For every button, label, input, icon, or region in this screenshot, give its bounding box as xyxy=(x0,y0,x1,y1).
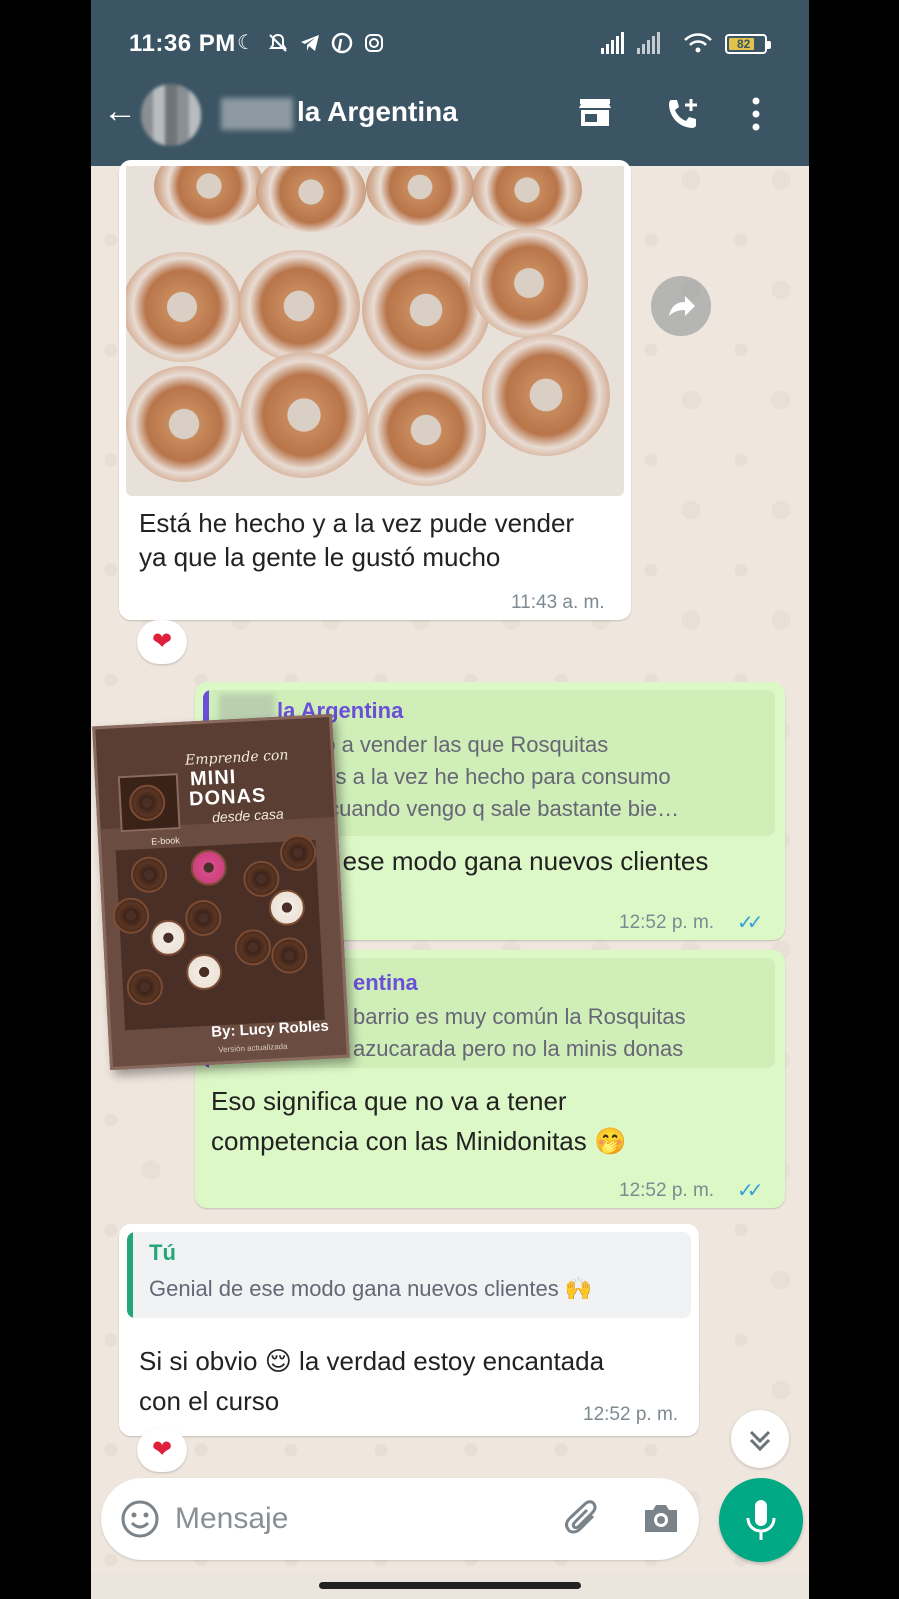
message-text: Está he hecho y a la vez pude vender xyxy=(139,508,575,538)
bell-off-icon xyxy=(267,32,289,59)
attach-icon[interactable] xyxy=(563,1498,603,1545)
quote-text: das a la vez he hecho para consumo xyxy=(311,764,671,789)
message-time: 11:43 a. m. xyxy=(511,592,605,613)
chevron-double-down-icon xyxy=(749,1430,771,1452)
chat-title[interactable]: la Argentina xyxy=(297,96,458,128)
telegram-icon xyxy=(299,32,321,59)
message-text: Eso significa que no va a tener xyxy=(211,1086,567,1116)
forward-button[interactable] xyxy=(651,276,711,336)
status-time: 11:36 PM xyxy=(129,30,236,57)
message-text: e ese modo gana nuevos clientes xyxy=(321,846,709,876)
microphone-icon xyxy=(746,1500,776,1540)
message-text: Si si obvio 😌 la verdad estoy encantada xyxy=(139,1346,605,1376)
quote-text: Genial de ese modo gana nuevos clientes … xyxy=(149,1276,593,1301)
emoji-icon[interactable] xyxy=(119,1498,161,1545)
add-call-icon[interactable] xyxy=(665,96,701,137)
status-bar: 11:36 PM ☾ 82 xyxy=(91,24,809,64)
message-time: 12:52 p. m. xyxy=(619,1180,715,1201)
chat-header: ← la Argentina xyxy=(91,80,809,150)
quote-author: entina xyxy=(353,970,418,995)
quote-text: y cuando vengo q sale bastante bie… xyxy=(311,796,680,821)
instagram-icon xyxy=(363,32,385,59)
message-composer xyxy=(101,1478,699,1560)
contact-name-blurred xyxy=(221,98,293,130)
system-nav-bar xyxy=(91,1572,809,1599)
read-ticks-icon: ✓✓ xyxy=(737,1180,763,1202)
battery-level: 82 xyxy=(737,37,751,51)
reaction-heart[interactable]: ❤ xyxy=(137,620,187,664)
quoted-message[interactable]: Tú Genial de ese modo gana nuevos client… xyxy=(127,1232,691,1318)
quote-text: barrio es muy común la Rosquitas xyxy=(353,1004,686,1029)
forward-icon xyxy=(669,296,695,316)
ebook-title-line4: desde casa xyxy=(211,805,285,826)
voice-record-button[interactable] xyxy=(719,1478,803,1562)
reaction-heart[interactable]: ❤ xyxy=(137,1428,187,1472)
arrow-left-icon[interactable]: ← xyxy=(103,94,137,128)
signal-icon xyxy=(601,32,624,54)
message-text: competencia con las Minidonitas 🤭 xyxy=(211,1126,627,1156)
chat-screen: 11:36 PM ☾ 82 ← la Argentina Está he hec… xyxy=(91,0,809,1599)
ebook-tag: E-book xyxy=(151,835,181,847)
message-text: ya que la gente le gustó mucho xyxy=(139,542,501,572)
moon-icon: ☾ xyxy=(237,32,255,54)
message-text: con el curso xyxy=(139,1386,280,1416)
message-time: 12:52 p. m. xyxy=(583,1404,679,1425)
read-ticks-icon: ✓✓ xyxy=(737,912,763,934)
app-bar: 11:36 PM ☾ 82 ← la Argentina xyxy=(91,0,809,166)
quote-author: Tú xyxy=(149,1240,176,1265)
pinterest-icon xyxy=(331,32,353,59)
battery-icon: 82 xyxy=(725,34,771,54)
message-input[interactable] xyxy=(175,1498,535,1540)
wifi-icon xyxy=(683,32,713,59)
ebook-version: Versión actualizada xyxy=(218,1041,288,1055)
avatar[interactable] xyxy=(141,84,201,146)
quote-text: do a vender las que Rosquitas xyxy=(311,732,609,757)
donut-photo[interactable] xyxy=(126,166,624,496)
camera-icon[interactable] xyxy=(641,1500,681,1541)
message-time: 12:52 p. m. xyxy=(619,912,715,933)
ebook-cover-image: Emprende con MINI DONAS desde casa E-boo… xyxy=(92,713,350,1071)
scroll-to-bottom-button[interactable] xyxy=(731,1410,789,1468)
quote-text: azucarada pero no la minis donas xyxy=(353,1036,684,1061)
signal-2-icon xyxy=(637,32,660,54)
home-indicator[interactable] xyxy=(319,1582,581,1589)
more-options-icon[interactable] xyxy=(751,96,761,137)
store-icon[interactable] xyxy=(577,96,613,135)
